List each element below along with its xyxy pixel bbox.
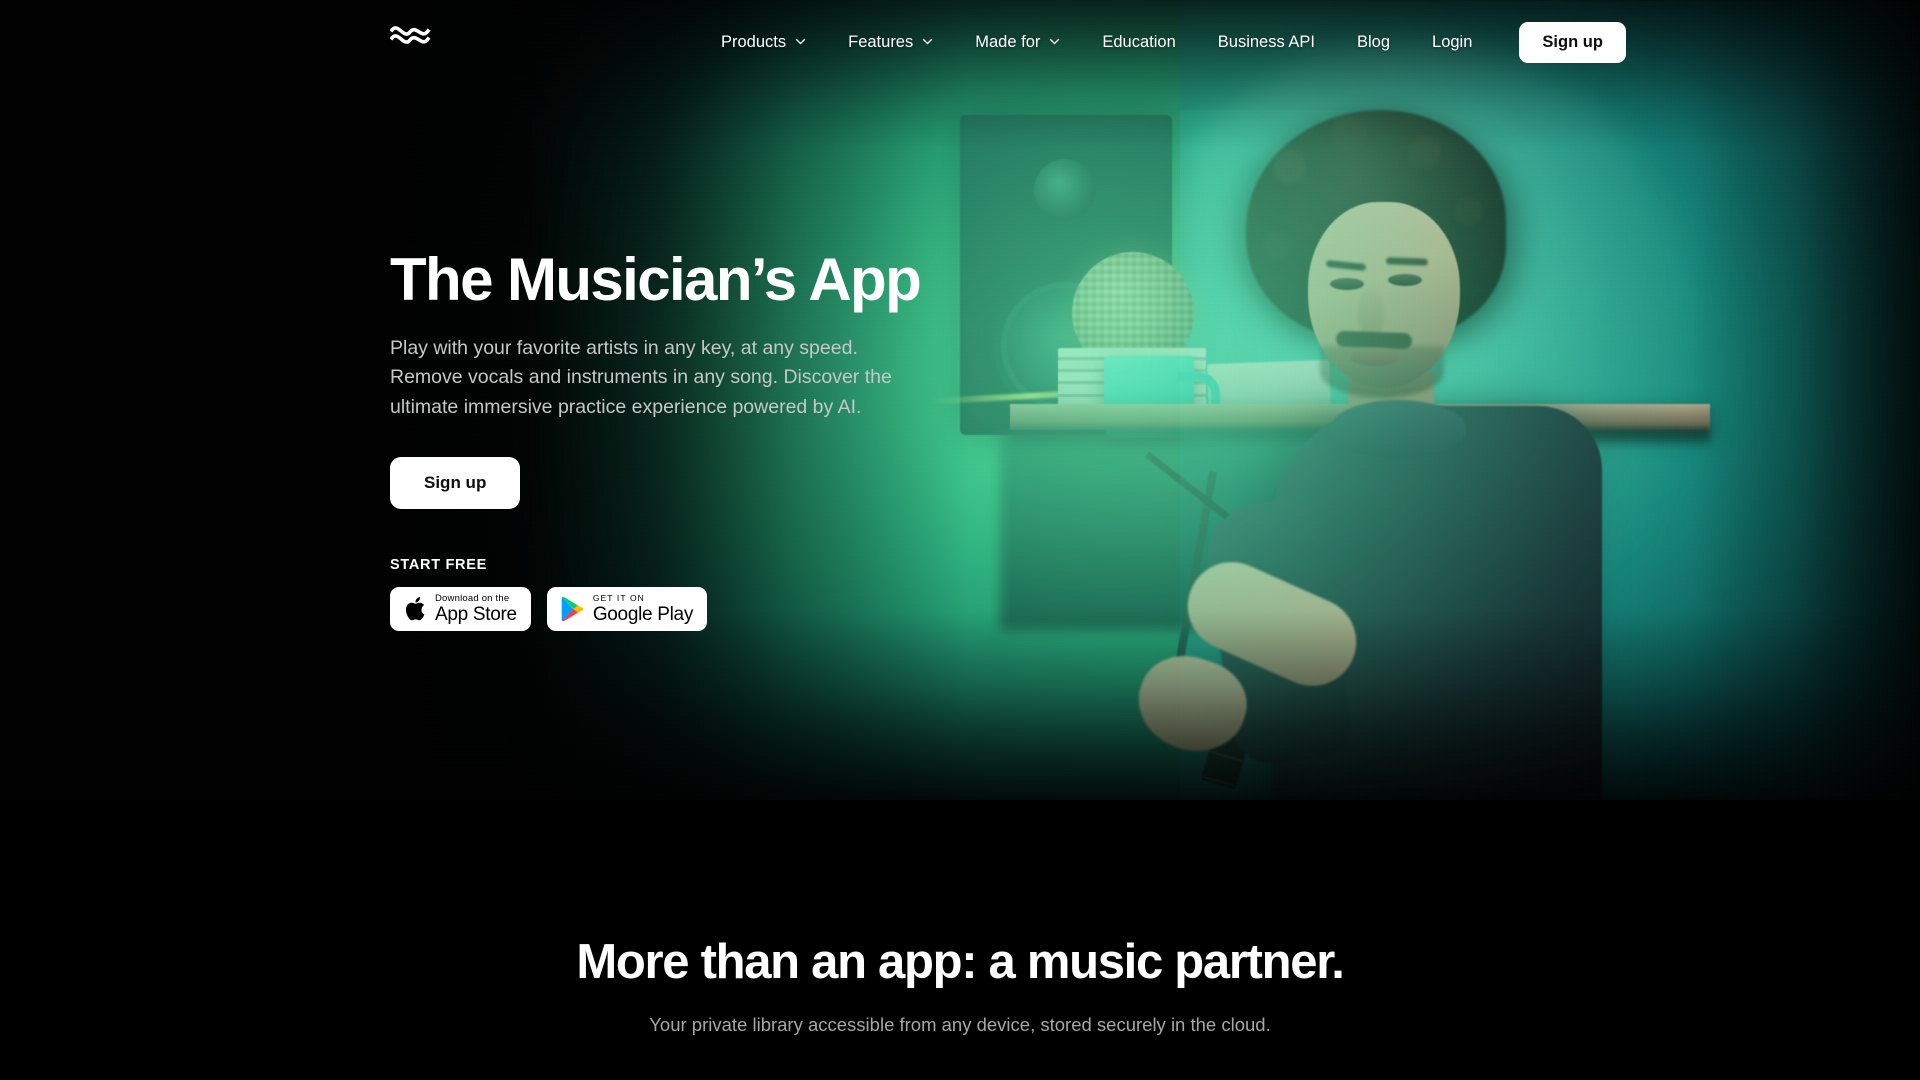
nav-label-login: Login xyxy=(1432,32,1473,51)
chevron-down-icon xyxy=(922,36,933,47)
nav-item-education[interactable]: Education xyxy=(1081,0,1196,84)
app-store-eyebrow: Download on the xyxy=(435,592,510,604)
app-store-text: Download on the App Store xyxy=(435,594,517,625)
nav-item-login[interactable]: Login xyxy=(1411,0,1493,84)
music-partner-section: More than an app: a music partner. Your … xyxy=(0,800,1920,1080)
hero-background-photo xyxy=(0,0,1920,800)
nav-item-business-api[interactable]: Business API xyxy=(1197,0,1336,84)
google-play-name: Google Play xyxy=(592,603,694,625)
nav-item-features[interactable]: Features xyxy=(827,0,954,84)
bottom-dark-gradient xyxy=(0,610,1920,800)
landing-page: The Musician’s App Play with your favori… xyxy=(0,0,1920,1080)
nav-label-made-for: Made for xyxy=(975,32,1041,51)
nav-item-products[interactable]: Products xyxy=(700,0,827,84)
start-free-label: START FREE xyxy=(390,557,487,574)
google-play-badge[interactable]: GET IT ON Google Play xyxy=(546,587,708,632)
nav-label-products: Products xyxy=(721,32,787,51)
chevron-down-icon xyxy=(1049,36,1060,47)
section-subtitle: Your private library accessible from any… xyxy=(649,1013,1271,1035)
app-store-name: App Store xyxy=(435,604,517,626)
page-title: The Musician’s App xyxy=(390,246,922,313)
nav-label-education: Education xyxy=(1102,32,1176,51)
google-play-eyebrow: GET IT ON xyxy=(592,593,645,604)
hero-subtitle: Play with your favorite artists in any k… xyxy=(390,336,892,419)
app-store-badges: Download on the App Store GET IT ON Goog… xyxy=(390,587,950,632)
moises-wave-logo[interactable] xyxy=(389,22,438,48)
apple-icon xyxy=(404,596,426,622)
nav-item-made-for[interactable]: Made for xyxy=(954,0,1081,84)
top-navigation-bar: Products Features Made for Education Bus… xyxy=(0,0,1920,84)
chevron-down-icon xyxy=(795,36,806,47)
hero-section: The Musician’s App Play with your favori… xyxy=(0,0,1920,800)
nav-links: Products Features Made for Education Bus… xyxy=(700,0,1626,84)
app-store-badge[interactable]: Download on the App Store xyxy=(390,587,531,632)
nav-label-business-api: Business API xyxy=(1217,32,1315,51)
nav-signup-button[interactable]: Sign up xyxy=(1519,21,1626,63)
section-title: More than an app: a music partner. xyxy=(576,935,1345,989)
google-play-text: GET IT ON Google Play xyxy=(592,593,694,625)
google-play-icon xyxy=(561,596,584,622)
nav-label-features: Features xyxy=(848,32,914,51)
hero-signup-button[interactable]: Sign up xyxy=(390,457,521,510)
nav-label-blog: Blog xyxy=(1357,32,1391,51)
hero-copy-block: The Musician’s App Play with your favori… xyxy=(390,246,950,632)
nav-item-blog[interactable]: Blog xyxy=(1336,0,1411,84)
